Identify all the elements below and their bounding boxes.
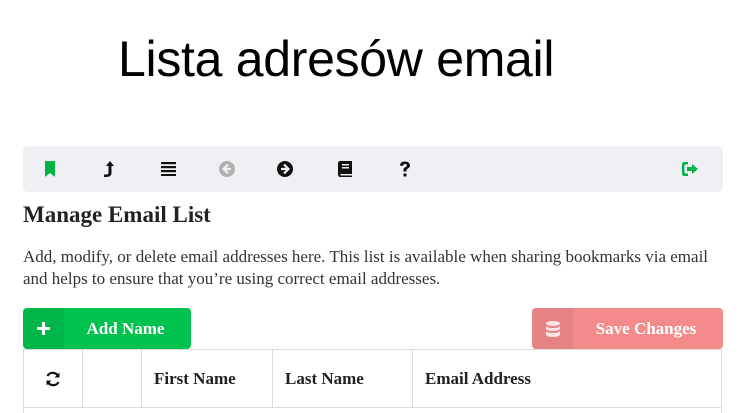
- header-divider: [24, 407, 721, 408]
- save-changes-label: Save Changes: [595, 318, 697, 338]
- section-description: Add, modify, or delete email addresses h…: [23, 247, 709, 288]
- add-name-button[interactable]: Add Name: [23, 308, 191, 349]
- section-title: Manage Email List: [23, 202, 211, 227]
- plus-icon: [23, 308, 64, 349]
- book-icon[interactable]: [334, 158, 356, 180]
- email-table-header: First Name Last Name Email Address: [23, 349, 722, 413]
- page-title: Lista adresów email: [118, 31, 555, 87]
- refresh-icon[interactable]: [24, 350, 83, 408]
- database-icon: [532, 308, 573, 349]
- help-icon[interactable]: [394, 158, 416, 180]
- back-icon[interactable]: [216, 158, 238, 180]
- select-column-header: [83, 350, 142, 408]
- first-name-column-header[interactable]: First Name: [142, 350, 273, 408]
- bookmark-icon[interactable]: [39, 158, 61, 180]
- share-icon[interactable]: [98, 158, 120, 180]
- add-name-label: Add Name: [86, 318, 165, 338]
- forward-icon[interactable]: [274, 158, 296, 180]
- save-changes-button[interactable]: Save Changes: [532, 308, 723, 349]
- email-column-header[interactable]: Email Address: [413, 350, 721, 408]
- toolbar: [23, 146, 723, 192]
- last-name-column-header[interactable]: Last Name: [273, 350, 413, 408]
- signout-icon[interactable]: [679, 158, 701, 180]
- list-icon[interactable]: [157, 158, 179, 180]
